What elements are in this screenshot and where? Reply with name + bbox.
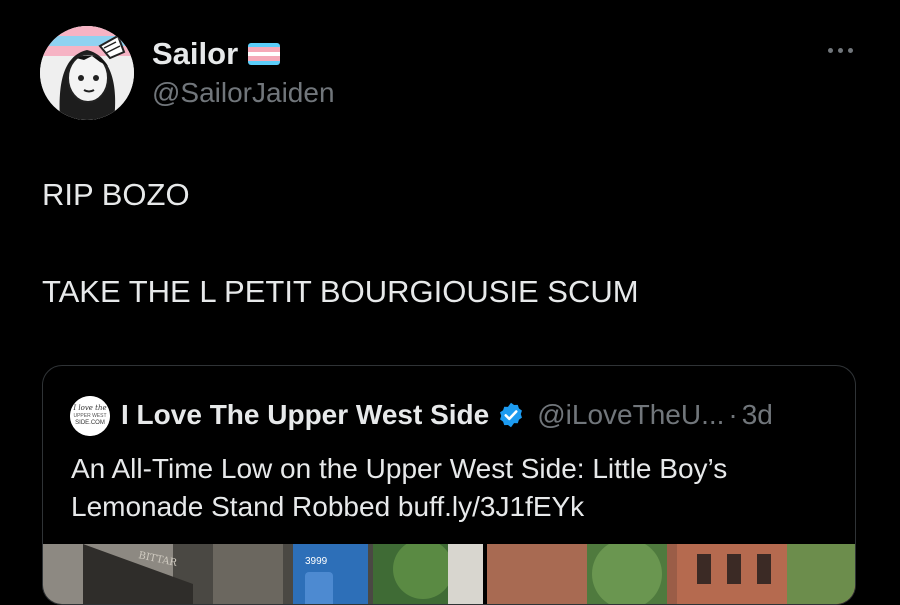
- quoted-media-strip[interactable]: BITTAR 3999: [43, 544, 855, 604]
- author-display-name[interactable]: Sailor: [152, 36, 238, 72]
- iloveuws-logo-icon: I love the UPPER WEST SIDE.COM: [70, 396, 110, 436]
- separator-dot: ·: [728, 399, 738, 430]
- quoted-author-name[interactable]: I Love The Upper West Side: [121, 397, 489, 433]
- quoted-tweet-card[interactable]: I love the UPPER WEST SIDE.COM I Love Th…: [42, 365, 856, 605]
- media-image-2[interactable]: [487, 544, 855, 604]
- avatar-illustration: [40, 26, 134, 120]
- tweet-text-line-2: TAKE THE L PETIT BOURGIOUSIE SCUM: [42, 274, 639, 309]
- media-image-1[interactable]: BITTAR 3999: [43, 544, 483, 604]
- author-avatar[interactable]: [40, 26, 134, 120]
- quoted-text-line-2: Lemonade Stand Robbed buff.ly/3J1fEYk: [71, 491, 585, 522]
- price-sign-text: 3999: [305, 556, 328, 567]
- quoted-author-avatar[interactable]: I love the UPPER WEST SIDE.COM: [70, 396, 110, 436]
- quoted-text-line-1: An All-Time Low on the Upper West Side: …: [71, 453, 728, 484]
- tweet-text-line-1: RIP BOZO: [42, 177, 190, 212]
- flag-stripe: [248, 60, 281, 65]
- logo-text-line-2: UPPER WEST: [73, 413, 106, 419]
- street-photo-right: [487, 544, 855, 604]
- transgender-flag-icon: [248, 43, 281, 65]
- quoted-tweet-header: I Love The Upper West Side @iLoveTheU...…: [121, 397, 773, 433]
- logo-text-line-3: SIDE.COM: [75, 420, 105, 426]
- quoted-tweet-text: An All-Time Low on the Upper West Side: …: [71, 450, 851, 526]
- quoted-author-handle[interactable]: @iLoveTheU...: [537, 397, 724, 433]
- author-display-name-row[interactable]: Sailor: [152, 36, 281, 72]
- more-horizontal-icon[interactable]: [820, 38, 860, 62]
- author-handle[interactable]: @SailorJaiden: [152, 76, 335, 110]
- verified-badge-icon: [500, 402, 523, 428]
- quoted-timestamp[interactable]: 3d: [742, 397, 773, 433]
- street-photo-left: BITTAR 3999: [43, 544, 483, 604]
